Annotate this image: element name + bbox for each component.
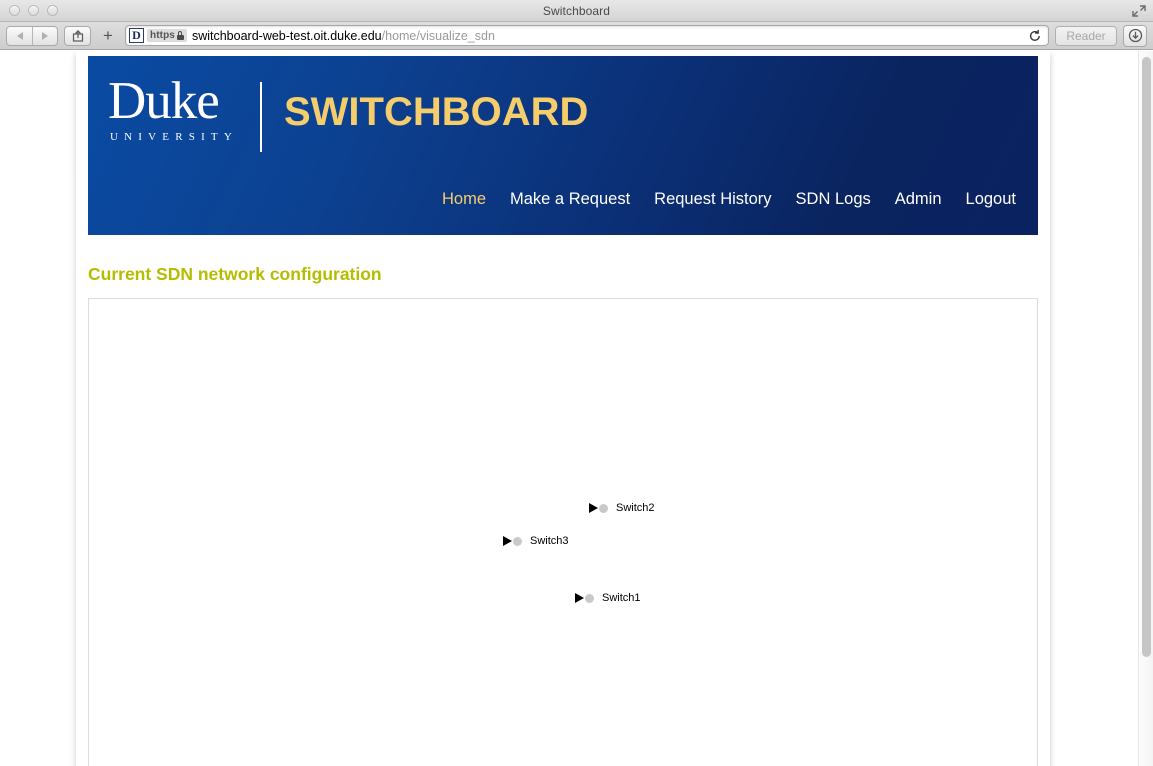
minimize-button[interactable] (28, 5, 39, 16)
app-name: SWITCHBOARD (284, 90, 589, 134)
window-titlebar: Switchboard (0, 0, 1153, 22)
arrow-icon (503, 536, 512, 546)
back-button[interactable] (7, 27, 32, 45)
url-domain: switchboard-web-test.oit.duke.edu (191, 28, 382, 43)
url-text: switchboard-web-test.oit.duke.edu/home/v… (192, 29, 495, 43)
share-icon (72, 29, 83, 42)
reader-button[interactable]: Reader (1055, 25, 1117, 46)
downloads-button[interactable] (1123, 24, 1147, 47)
https-badge: https (147, 29, 187, 42)
page-scrollbar-thumb[interactable] (1142, 57, 1151, 657)
node-circle-icon (585, 593, 594, 603)
site-favicon: D (129, 28, 144, 43)
fullscreen-arrows-icon[interactable] (1131, 3, 1147, 19)
share-button[interactable] (64, 25, 91, 46)
nav-link-admin[interactable]: Admin (895, 190, 942, 209)
window-controls (0, 5, 58, 16)
duke-brand-name: Duke (108, 72, 220, 130)
logo-divider (260, 82, 262, 152)
reload-icon (1029, 29, 1040, 41)
navigation-buttons (6, 25, 58, 46)
node-circle-icon (599, 503, 608, 513)
zoom-button[interactable] (47, 5, 58, 16)
lock-icon (176, 31, 184, 40)
nav-link-request-history[interactable]: Request History (654, 190, 771, 209)
nav-link-make-a-request[interactable]: Make a Request (510, 190, 630, 209)
nav-link-sdn-logs[interactable]: SDN Logs (796, 190, 871, 209)
nav-link-home[interactable]: Home (442, 190, 486, 209)
https-label: https (150, 30, 175, 41)
page-content-column: Duke UNIVERSITY SWITCHBOARD Home Make a … (76, 51, 1050, 766)
browser-window: Switchboard + D https switchboard-web-te… (0, 0, 1153, 766)
node-circle-icon (513, 536, 522, 546)
arrow-icon (575, 593, 584, 603)
sdn-node-switch2[interactable]: Switch2 (589, 502, 655, 514)
page-title: Current SDN network configuration (88, 264, 382, 284)
close-button[interactable] (9, 5, 20, 16)
reload-button[interactable] (1024, 29, 1046, 43)
duke-wordmark: Duke UNIVERSITY (108, 72, 260, 144)
site-logo[interactable]: Duke UNIVERSITY SWITCHBOARD (108, 72, 589, 152)
back-arrow-icon (16, 31, 23, 40)
page-viewport: Duke UNIVERSITY SWITCHBOARD Home Make a … (0, 51, 1153, 766)
arrow-icon (589, 503, 598, 513)
sdn-node-label: Switch2 (616, 502, 655, 514)
url-path: /home/visualize_sdn (381, 28, 495, 43)
sdn-node-switch3[interactable]: Switch3 (503, 535, 569, 547)
forward-button[interactable] (32, 26, 57, 45)
sdn-node-label: Switch3 (530, 535, 569, 547)
main-navigation: Home Make a Request Request History SDN … (442, 190, 1016, 209)
sdn-node-label: Switch1 (602, 592, 641, 604)
page-body: Current SDN network configuration Switch… (76, 264, 1050, 766)
sdn-node-switch1[interactable]: Switch1 (575, 592, 641, 604)
downloads-icon (1128, 28, 1142, 43)
window-title: Switchboard (542, 3, 611, 18)
nav-link-logout[interactable]: Logout (966, 190, 1016, 209)
sdn-visualization-panel[interactable]: Switch2 Switch3 Switch1 (88, 298, 1038, 766)
new-tab-button[interactable]: + (97, 27, 119, 44)
address-bar[interactable]: D https switchboard-web-test.oit.duke.ed… (125, 25, 1049, 46)
page-scrollbar[interactable] (1138, 51, 1153, 766)
duke-brand-subtitle: UNIVERSITY (110, 131, 238, 144)
site-header-banner: Duke UNIVERSITY SWITCHBOARD Home Make a … (88, 56, 1038, 235)
browser-toolbar: + D https switchboard-web-test.oit.duke.… (0, 22, 1153, 50)
forward-arrow-icon (42, 31, 48, 40)
